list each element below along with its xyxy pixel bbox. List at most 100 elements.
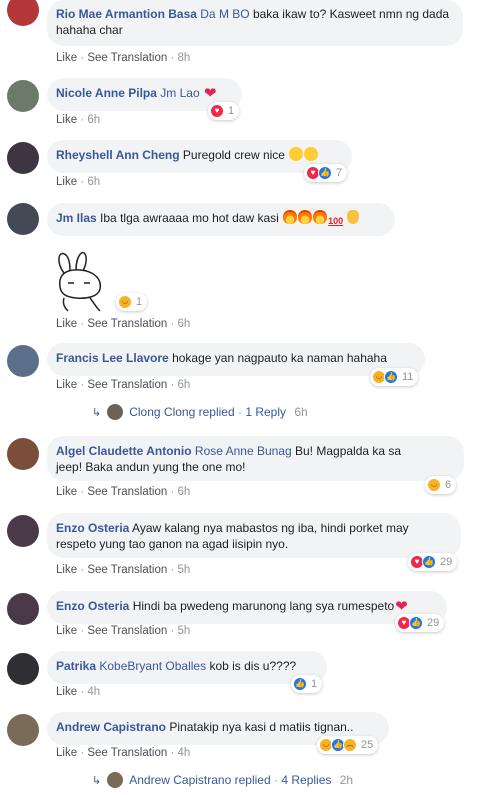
- avatar[interactable]: [7, 80, 39, 112]
- reaction-summary[interactable]: ◡ 👍 ︵ 25: [317, 736, 379, 754]
- comment-author[interactable]: Rio Mae Armantion Basa: [56, 7, 197, 21]
- separator: ·: [80, 52, 85, 64]
- like-link[interactable]: Like: [56, 486, 77, 498]
- reaction-summary[interactable]: ♥ 👍 29: [408, 553, 458, 571]
- like-link[interactable]: Like: [56, 686, 77, 698]
- comment-actions: Like · See Translation · 6h: [56, 317, 190, 331]
- separator: ·: [170, 747, 175, 759]
- see-translation-link[interactable]: See Translation: [87, 564, 167, 576]
- see-translation-link[interactable]: See Translation: [87, 486, 167, 498]
- comment-author[interactable]: Patrika: [56, 659, 96, 673]
- separator: ·: [170, 379, 175, 391]
- reply-label: replied: [234, 773, 271, 787]
- comment-time[interactable]: 5h: [178, 625, 191, 637]
- avatar[interactable]: [7, 515, 39, 547]
- separator: ·: [237, 405, 242, 419]
- avatar[interactable]: [7, 714, 39, 746]
- comment-time[interactable]: 8h: [178, 52, 191, 64]
- comment-text: kob is dis u????: [209, 659, 297, 673]
- like-reaction-icon: 👍: [293, 677, 307, 691]
- reaction-summary[interactable]: 👍 1: [291, 675, 323, 693]
- comment-actions: Like · 4h: [56, 685, 100, 699]
- comment-time[interactable]: 5h: [178, 564, 191, 576]
- comment-text: Puregold crew nice: [182, 148, 285, 162]
- reply-author[interactable]: Clong Clong: [129, 405, 195, 419]
- avatar[interactable]: [7, 0, 39, 26]
- like-link[interactable]: Like: [56, 564, 77, 576]
- reply-count[interactable]: 1 Reply: [245, 405, 286, 419]
- view-replies-link[interactable]: ↳ Clong Clong replied · 1 Reply 6h: [92, 404, 308, 421]
- comment-author[interactable]: Andrew Capistrano: [56, 720, 166, 734]
- see-translation-link[interactable]: See Translation: [87, 52, 167, 64]
- reply-author[interactable]: Andrew Capistrano: [129, 773, 231, 787]
- comment-author[interactable]: Enzo Osteria: [56, 521, 129, 535]
- reaction-summary[interactable]: ♥ 1: [208, 102, 240, 120]
- avatar[interactable]: [7, 653, 39, 685]
- separator: ·: [170, 625, 175, 637]
- separator: ·: [274, 773, 278, 787]
- avatar[interactable]: [7, 593, 39, 625]
- like-link[interactable]: Like: [56, 318, 77, 330]
- comment-time[interactable]: 6h: [87, 114, 100, 126]
- reaction-summary[interactable]: ◡ 👍 11: [370, 368, 419, 386]
- mention-tag[interactable]: Jm Lao: [160, 86, 199, 100]
- view-replies-link[interactable]: ↳ Andrew Capistrano replied · 4 Replies 2…: [92, 772, 353, 789]
- comment-text: hokage yan nagpauto ka naman hahaha: [172, 351, 387, 365]
- comment-time[interactable]: 6h: [178, 486, 191, 498]
- reply-count[interactable]: 4 Replies: [281, 773, 331, 787]
- reaction-summary[interactable]: ♥ 👍 29: [395, 614, 445, 632]
- see-translation-link[interactable]: See Translation: [87, 747, 167, 759]
- comment-bubble: Enzo Osteria Hindi ba pwedeng marunong l…: [47, 591, 447, 624]
- sad-reaction-icon: ︵: [343, 738, 357, 752]
- reaction-count: 25: [361, 739, 374, 751]
- like-link[interactable]: Like: [56, 114, 77, 126]
- heart-emoji-icon: ❤: [203, 85, 217, 102]
- avatar[interactable]: [7, 203, 39, 235]
- comment-time[interactable]: 4h: [87, 686, 100, 698]
- reaction-summary[interactable]: ♥ 👍 7: [304, 164, 348, 182]
- comment-time[interactable]: 6h: [87, 176, 100, 188]
- fire-emoji-icon: [283, 210, 298, 224]
- comment-author[interactable]: Nicole Anne Pilpa: [56, 86, 157, 100]
- separator: ·: [80, 564, 85, 576]
- comment-author[interactable]: Jm Ilas: [56, 211, 97, 225]
- like-link[interactable]: Like: [56, 176, 77, 188]
- like-link[interactable]: Like: [56, 52, 77, 64]
- love-reaction-icon: ♥: [210, 104, 224, 118]
- comment-author[interactable]: Rheyshell Ann Cheng: [56, 148, 180, 162]
- comment-author[interactable]: Francis Lee Llavore: [56, 351, 169, 365]
- heart-emoji-icon: ❤: [395, 598, 408, 615]
- comment-author[interactable]: Algel Claudette Antonio: [56, 444, 192, 458]
- separator: ·: [80, 114, 85, 126]
- like-reaction-icon: 👍: [384, 370, 398, 384]
- like-link[interactable]: Like: [56, 379, 77, 391]
- comment-author[interactable]: Enzo Osteria: [56, 599, 129, 613]
- comment-text: Ayaw kalang nya mabastos ng iba, hindi p…: [132, 521, 409, 535]
- see-translation-link[interactable]: See Translation: [87, 318, 167, 330]
- comment-time[interactable]: 4h: [178, 747, 191, 759]
- reaction-count: 11: [402, 371, 414, 383]
- avatar[interactable]: [7, 142, 39, 174]
- reply-avatar: [107, 772, 124, 788]
- comment-bubble: Francis Lee Llavore hokage yan nagpauto …: [47, 343, 425, 376]
- hundred-emoji-icon: 100: [328, 216, 344, 226]
- like-link[interactable]: Like: [56, 625, 77, 637]
- comment-time[interactable]: 6h: [178, 318, 191, 330]
- mention-tag[interactable]: KobeBryant Oballes: [99, 659, 206, 673]
- heart-eyes-emoji-icon: [304, 147, 319, 161]
- see-translation-link[interactable]: See Translation: [87, 379, 167, 391]
- mention-tag[interactable]: Da M BO: [200, 7, 249, 21]
- comment-time[interactable]: 6h: [178, 379, 191, 391]
- reaction-count: 29: [427, 617, 440, 629]
- reaction-summary[interactable]: ◡ 6: [425, 476, 457, 494]
- avatar[interactable]: [7, 438, 39, 470]
- ok-hand-emoji-icon: [347, 210, 360, 224]
- reaction-summary[interactable]: ◡ 1: [116, 293, 148, 311]
- comment-actions: Like · See Translation · 6h: [56, 378, 190, 392]
- like-link[interactable]: Like: [56, 747, 77, 759]
- mention-tag[interactable]: Rose Anne Bunag: [195, 444, 292, 458]
- comment-actions: Like · See Translation · 5h: [56, 563, 190, 577]
- see-translation-link[interactable]: See Translation: [87, 625, 167, 637]
- comment-bubble: Rio Mae Armantion Basa Da M BO baka ikaw…: [47, 0, 463, 46]
- avatar[interactable]: [7, 345, 39, 377]
